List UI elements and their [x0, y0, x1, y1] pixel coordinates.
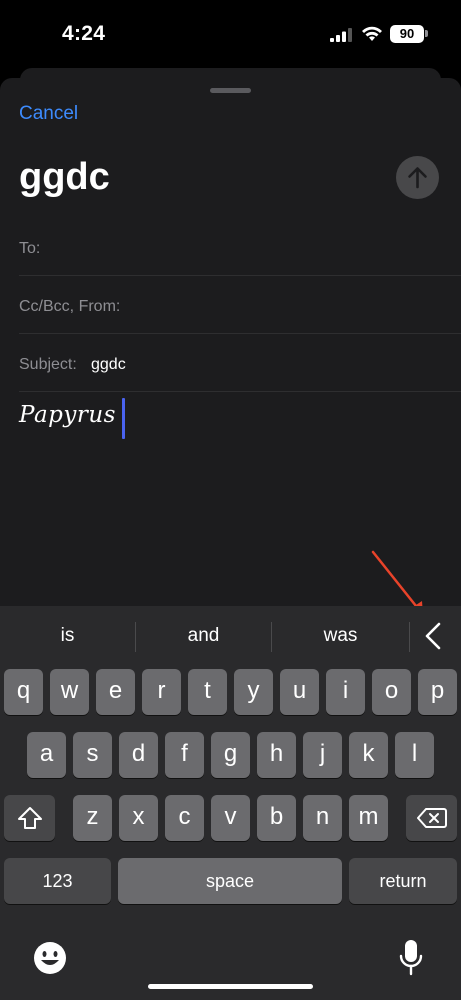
- key-p[interactable]: p: [418, 669, 457, 715]
- key-t[interactable]: t: [188, 669, 227, 715]
- keyboard: is and was q w e r t y u i o p a s d f g…: [0, 606, 461, 1000]
- subject-field[interactable]: Subject: ggdc: [19, 334, 461, 392]
- to-label: To:: [19, 240, 41, 257]
- cc-bcc-from-field[interactable]: Cc/Bcc, From:: [19, 276, 461, 334]
- key-b[interactable]: b: [257, 795, 296, 841]
- suggestion-2[interactable]: and: [136, 606, 271, 664]
- microphone-icon[interactable]: [398, 938, 424, 978]
- shift-key[interactable]: [4, 795, 55, 841]
- key-s[interactable]: s: [73, 732, 112, 778]
- cancel-button[interactable]: Cancel: [19, 103, 78, 125]
- key-q[interactable]: q: [4, 669, 43, 715]
- key-g[interactable]: g: [211, 732, 250, 778]
- key-e[interactable]: e: [96, 669, 135, 715]
- space-key[interactable]: space: [118, 858, 342, 904]
- to-field[interactable]: To:: [19, 218, 461, 276]
- key-w[interactable]: w: [50, 669, 89, 715]
- shift-icon: [17, 807, 42, 829]
- predictive-bar: is and was: [0, 606, 461, 664]
- key-c[interactable]: c: [165, 795, 204, 841]
- suggestion-divider: [409, 622, 410, 652]
- home-indicator: [148, 984, 313, 989]
- subject-value[interactable]: ggdc: [91, 356, 126, 374]
- status-time: 4:24: [62, 22, 106, 45]
- delete-backward-icon: [416, 808, 447, 828]
- cc-bcc-from-label: Cc/Bcc, From:: [19, 298, 121, 315]
- arrow-up-icon: [408, 167, 427, 189]
- message-body[interactable]: Papyrus: [19, 402, 116, 428]
- return-key[interactable]: return: [349, 858, 457, 904]
- key-v[interactable]: v: [211, 795, 250, 841]
- key-i[interactable]: i: [326, 669, 365, 715]
- sheet-grabber[interactable]: [210, 88, 251, 93]
- status-bar: 4:24 90: [0, 0, 461, 70]
- emoji-icon[interactable]: [32, 940, 68, 976]
- key-n[interactable]: n: [303, 795, 342, 841]
- cellular-signal-icon: [330, 28, 352, 42]
- key-l[interactable]: l: [395, 732, 434, 778]
- key-r[interactable]: r: [142, 669, 181, 715]
- battery-indicator: 90: [390, 25, 424, 43]
- battery-nub: [425, 30, 428, 37]
- key-a[interactable]: a: [27, 732, 66, 778]
- key-f[interactable]: f: [165, 732, 204, 778]
- key-k[interactable]: k: [349, 732, 388, 778]
- key-z[interactable]: z: [73, 795, 112, 841]
- key-y[interactable]: y: [234, 669, 273, 715]
- chevron-left-icon[interactable]: [412, 616, 452, 656]
- key-m[interactable]: m: [349, 795, 388, 841]
- key-o[interactable]: o: [372, 669, 411, 715]
- numbers-key[interactable]: 123: [4, 858, 111, 904]
- key-u[interactable]: u: [280, 669, 319, 715]
- send-button[interactable]: [396, 156, 439, 199]
- key-d[interactable]: d: [119, 732, 158, 778]
- key-h[interactable]: h: [257, 732, 296, 778]
- subject-label: Subject:: [19, 356, 77, 373]
- key-x[interactable]: x: [119, 795, 158, 841]
- suggestion-3[interactable]: was: [272, 606, 409, 664]
- wifi-icon: [362, 26, 382, 41]
- text-cursor: [122, 398, 125, 439]
- key-j[interactable]: j: [303, 732, 342, 778]
- compose-title: ggdc: [19, 156, 110, 198]
- delete-key[interactable]: [406, 795, 457, 841]
- suggestion-1[interactable]: is: [0, 606, 135, 664]
